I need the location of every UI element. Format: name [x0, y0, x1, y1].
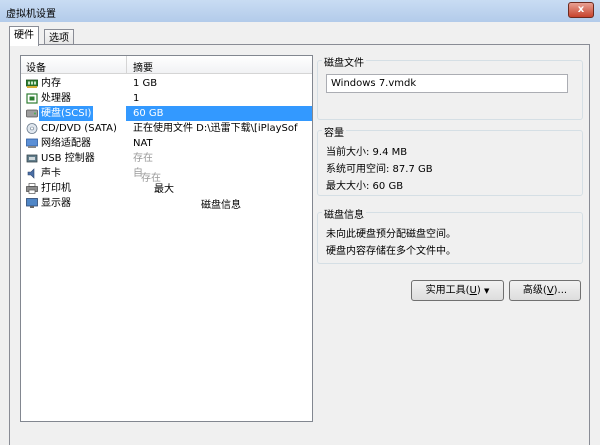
- printer-icon: [26, 183, 38, 194]
- column-header-summary[interactable]: 摘要: [133, 59, 153, 74]
- max-size-text: 最大大小: 60 GB: [326, 181, 404, 192]
- disk-file-label: 磁盘文件: [322, 54, 366, 69]
- utilities-button-label: 实用工具(: [425, 285, 470, 296]
- device-row-processor[interactable]: 处理器 1: [21, 91, 312, 106]
- capacity-group: 容量 当前大小: 9.4 MB 系统可用空间: 87.7 GB 最大大小: 60…: [317, 124, 583, 196]
- disk-info-label: 磁盘信息: [322, 206, 366, 221]
- device-name: 网络适配器: [41, 138, 91, 149]
- disk-file-group: 磁盘文件 Windows 7.vmdk: [317, 54, 583, 120]
- hardware-panel: 设备 摘要 内存 1 GB 处理器 1 硬盘(SCSI) 60 GB CD/DV…: [9, 44, 590, 445]
- device-name: 处理器: [41, 93, 71, 104]
- device-summary: 60 GB: [126, 106, 312, 121]
- device-name: 内存: [41, 78, 61, 89]
- advanced-button-accesskey: V: [546, 285, 554, 296]
- device-summary: 1: [133, 93, 140, 104]
- artifact-text: 磁盘信息: [201, 200, 241, 211]
- device-name: 声卡: [41, 168, 61, 179]
- current-size-text: 当前大小: 9.4 MB: [326, 147, 408, 158]
- device-row-network-adapter[interactable]: 网络适配器 NAT: [21, 136, 312, 151]
- vm-settings-window: 虚拟机设置 x 硬件 选项 设备 摘要 内存 1 GB 处理器 1 硬盘(SCS…: [0, 0, 600, 445]
- disk-info-line: 硬盘内容存储在多个文件中。: [326, 246, 456, 257]
- advanced-button-label: 高级(: [522, 285, 547, 296]
- device-row-cd-dvd[interactable]: CD/DVD (SATA) 正在使用文件 D:\迅雷下载\[iPlaySof: [21, 121, 312, 136]
- artifact-text: 最大: [154, 184, 174, 195]
- disk-file-field[interactable]: Windows 7.vmdk: [326, 74, 568, 93]
- device-list[interactable]: 设备 摘要 内存 1 GB 处理器 1 硬盘(SCSI) 60 GB CD/DV…: [20, 55, 313, 422]
- device-row-hard-disk[interactable]: 硬盘(SCSI) 60 GB: [21, 106, 312, 121]
- device-summary: 1 GB: [133, 78, 158, 89]
- title-bar: 虚拟机设置 x: [0, 0, 600, 22]
- device-name: 打印机: [41, 183, 71, 194]
- device-summary: NAT: [133, 138, 153, 149]
- column-header-device[interactable]: 设备: [26, 59, 46, 74]
- device-name: 显示器: [41, 198, 71, 209]
- device-list-header: 设备 摘要: [21, 56, 312, 74]
- disk-info-group: 磁盘信息 未向此硬盘预分配磁盘空间。 硬盘内容存储在多个文件中。: [317, 206, 583, 264]
- free-space-text: 系统可用空间: 87.7 GB: [326, 164, 433, 175]
- tab-hardware[interactable]: 硬件: [9, 26, 39, 46]
- sound-card-icon: [27, 168, 35, 179]
- device-row-memory[interactable]: 内存 1 GB: [21, 76, 312, 91]
- disk-info-line: 未向此硬盘预分配磁盘空间。: [326, 229, 456, 240]
- utilities-button-accesskey: U: [469, 285, 477, 296]
- utilities-button-label-end: ): [476, 285, 481, 296]
- device-name: CD/DVD (SATA): [41, 123, 117, 134]
- window-title: 虚拟机设置: [6, 9, 56, 20]
- device-name: USB 控制器: [41, 153, 95, 164]
- hard-disk-icon: [26, 109, 38, 118]
- device-summary: 正在使用文件 D:\迅雷下载\[iPlaySof: [133, 123, 298, 134]
- memory-icon: [26, 79, 38, 88]
- capacity-label: 容量: [322, 124, 346, 139]
- cd-dvd-icon: [26, 123, 38, 134]
- monitor-icon: [26, 198, 38, 208]
- close-button[interactable]: x: [568, 2, 594, 18]
- utilities-button[interactable]: 实用工具(U) ▼: [411, 280, 504, 301]
- network-adapter-icon: [26, 138, 38, 148]
- advanced-button-label-end: )...: [553, 285, 568, 296]
- dialog-client: 硬件 选项 设备 摘要 内存 1 GB 处理器 1 硬盘(SCSI) 60 GB…: [0, 22, 600, 445]
- device-name: 硬盘(SCSI): [39, 106, 94, 121]
- usb-controller-icon: [26, 154, 38, 163]
- processor-icon: [26, 93, 38, 104]
- advanced-button[interactable]: 高级(V)...: [509, 280, 581, 301]
- dropdown-arrow-icon: ▼: [483, 287, 490, 295]
